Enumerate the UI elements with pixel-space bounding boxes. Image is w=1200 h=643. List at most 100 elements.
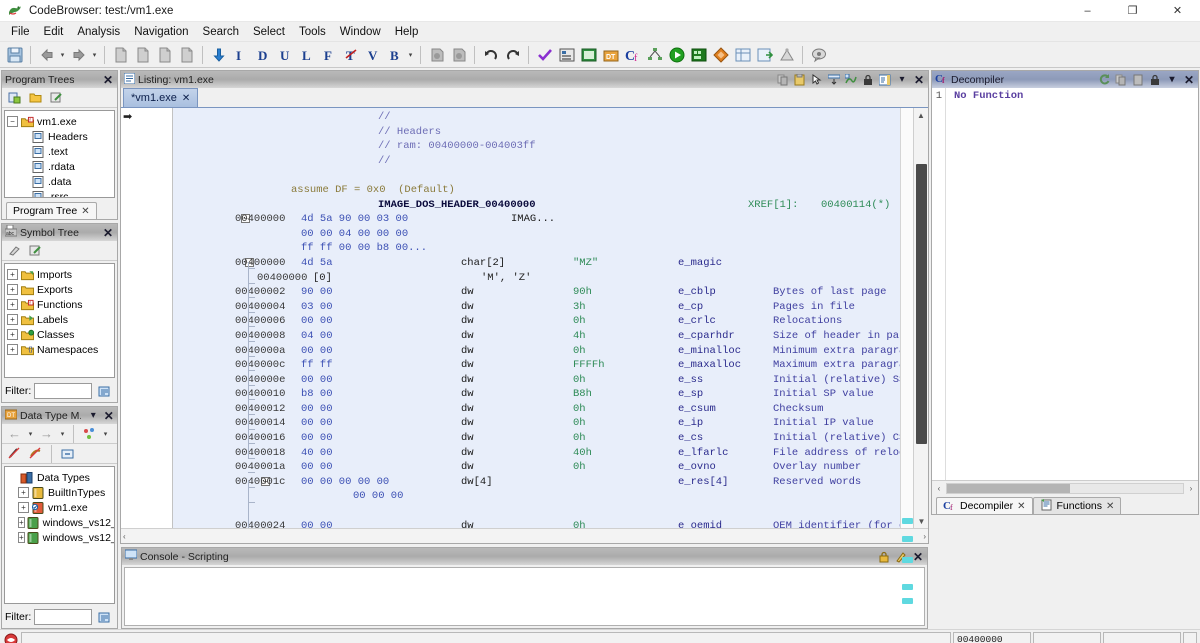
data-type-root[interactable]: Data Types [7,470,114,485]
listing-row[interactable]: 0040000e00 00dw0he_ssInitial (relative) … [173,373,900,388]
close-decompiler-icon[interactable]: ✕ [1182,72,1196,87]
symbol-tree-item-imports[interactable]: +Imports [7,267,114,282]
listing-row[interactable]: 00 00 00 [173,489,900,504]
export-icon[interactable] [754,44,775,65]
tab-program-tree-close-icon[interactable]: ✕ [81,206,89,217]
listing-row[interactable]: −004000004d 5achar[2]"MZ"e_magicXREF[1]:… [173,256,900,271]
down-arrow-icon[interactable] [208,44,229,65]
listing-marker[interactable] [902,536,913,542]
bytes-dropdown-icon[interactable]: ▾ [406,44,415,65]
refresh-symbols-icon[interactable] [26,242,45,260]
listing-row[interactable]: // [173,154,900,169]
listing-row[interactable]: 0040002400 00dw0he_oemidOEM identifier (… [173,519,900,528]
menu-search[interactable]: Search [196,24,246,40]
menu-edit[interactable]: Edit [37,24,71,40]
menu-help[interactable]: Help [388,24,426,40]
filter-options-icon[interactable] [95,382,114,400]
listing-row[interactable]: 0040000600 00dw0he_crlcRelocations [173,314,900,329]
listing-row[interactable]: 0040001200 00dw0he_csumChecksum [173,402,900,417]
decompiler-body[interactable]: 1 No Function [932,88,1198,480]
copy-decompiler-icon[interactable] [1114,72,1128,87]
file-tab-vm1exe[interactable]: *vm1.exe ✕ [123,88,198,107]
program-tree-item-rdata[interactable]: .rdata [7,159,114,174]
dtm-forward-icon[interactable]: → [37,425,56,443]
minimize-button[interactable]: – [1065,0,1110,22]
select-cursor-icon[interactable] [810,72,824,87]
hscroll-right-arrow-icon[interactable]: › [923,532,926,541]
diff-icon[interactable] [710,44,731,65]
decompiler-hscroll-thumb[interactable] [947,484,1070,493]
tab-close-icon[interactable]: ✕ [1017,501,1025,512]
expand-icon[interactable]: + [18,517,25,528]
listing-row[interactable]: 00 00 04 00 00 00 [173,227,900,242]
dtm-filter-input[interactable] [34,609,92,625]
program-tree-item-headers[interactable]: Headers [7,129,114,144]
lock-listing-icon[interactable] [861,72,875,87]
paste-icon[interactable] [793,72,807,87]
symbol-tree-item-exports[interactable]: +Exports [7,282,114,297]
maximize-button[interactable]: ❐ [1110,0,1155,22]
edit-fields-icon[interactable] [878,72,892,87]
listing-row[interactable]: // [173,110,900,125]
lock-console-icon[interactable] [877,549,891,564]
copy-icon[interactable] [776,72,790,87]
blank-page-icon[interactable] [176,44,197,65]
menu-navigation[interactable]: Navigation [127,24,195,40]
listing-row[interactable]: ff ff 00 00 b8 00... [173,241,900,256]
dtm-new-type-icon[interactable] [80,425,99,443]
back-arrow-icon[interactable] [36,44,57,65]
expand-icon[interactable]: + [7,269,18,280]
decompiler-hscroll-track[interactable] [946,483,1184,494]
listing-row[interactable]: 0040000290 00dw90he_cblpBytes of last pa… [173,285,900,300]
program-tree-item-text[interactable]: .text [7,144,114,159]
symbol-tree-item-functions[interactable]: +fFunctions [7,297,114,312]
text-t-icon[interactable]: T [340,44,361,65]
close-data-type-manager-icon[interactable]: ✕ [102,408,115,423]
dtm-filter-arrays-icon[interactable] [26,445,45,463]
menu-tools[interactable]: Tools [292,24,333,40]
decompiler-horizontal-scrollbar[interactable]: ‹ › [932,480,1198,495]
hscroll-left-arrow-icon[interactable]: ‹ [123,532,126,541]
bytes-viewer-icon[interactable] [688,44,709,65]
tab-decompiler[interactable]: CfDecompiler✕ [936,497,1033,514]
export-decompiler-icon[interactable] [1131,72,1145,87]
listing-row[interactable]: 0040001840 00dw40he_lfarlcFile address o… [173,446,900,461]
listing-horizontal-scrollbar[interactable]: ‹ › [121,528,928,543]
decompiler-menu-icon[interactable]: ▾ [1165,72,1179,87]
new-page-icon[interactable] [132,44,153,65]
listing-row[interactable]: 00400010b8 00dwB8he_spInitial SP value [173,387,900,402]
dtm-filter-pointers-icon[interactable] [5,445,24,463]
listing-marker-bar[interactable] [900,108,913,528]
console-output[interactable] [124,567,925,626]
data-type-archive-windows-vs12-32[interactable]: +windows_vs12_32 [7,515,114,530]
data-type-icon[interactable] [578,44,599,65]
program-tree-item-rsrc[interactable]: .rsrc [7,189,114,198]
dtm-new-type-dropdown-icon[interactable]: ▾ [101,423,110,444]
listing-row[interactable]: 00400000[0]'M', 'Z' [173,271,900,286]
listing-scroll-thumb[interactable] [916,164,927,444]
data-d-icon[interactable]: D [252,44,273,65]
listing-row[interactable]: −004000004d 5a 90 00 03 00IMAG... [173,212,900,227]
snapshot-listing-icon[interactable] [844,72,858,87]
refresh-decompiler-icon[interactable] [1097,72,1111,87]
program-tree-body[interactable]: −fvm1.exeHeaders.text.rdata.data.rsrc.re… [4,110,115,198]
help-balloon-icon[interactable] [808,44,829,65]
menu-file[interactable]: File [4,24,37,40]
data-type-archive-vm1-exe[interactable]: +vm1.exe [7,500,114,515]
rename-icon[interactable] [5,242,24,260]
c-parser-icon[interactable]: Cf [622,44,643,65]
undo-icon[interactable] [480,44,501,65]
symbol-filter-input[interactable] [34,383,92,399]
listing-row[interactable]: 0040000403 00dw3he_cpPages in file [173,300,900,315]
data-type-tree-body[interactable]: Data Types+BuiltInTypes+vm1.exe+windows_… [4,466,115,604]
listing-row[interactable]: 0040001600 00dw0he_csInitial (relative) … [173,431,900,446]
decompiler-hscroll-left-icon[interactable]: ‹ [932,484,946,493]
label-l-icon[interactable]: L [296,44,317,65]
program-tree-root[interactable]: −fvm1.exe [7,114,114,129]
function-f-icon[interactable]: F [318,44,339,65]
run-debugger-icon[interactable] [666,44,687,65]
expand-icon[interactable]: + [7,344,18,355]
snapshot-icon[interactable] [426,44,447,65]
dtm-back-dropdown-icon[interactable]: ▾ [26,423,35,444]
listing-row[interactable]: 0040001a00 00dw0he_ovnoOverlay number [173,460,900,475]
